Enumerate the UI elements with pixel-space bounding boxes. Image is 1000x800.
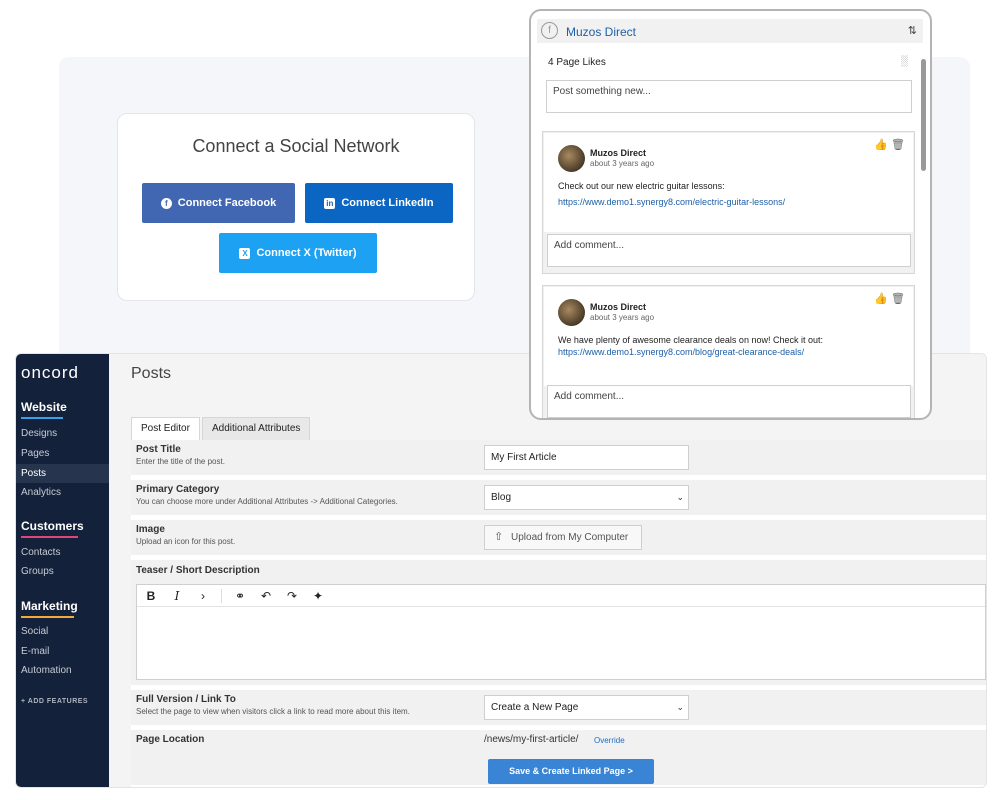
sidebar-section-website[interactable]: Website [21, 400, 67, 419]
chevron-down-icon: ⌄ [676, 702, 684, 712]
toolbar-divider [221, 588, 222, 603]
connect-x-label: Connect X (Twitter) [256, 247, 357, 259]
sidebar-item-posts[interactable]: Posts [16, 464, 109, 483]
thumbs-up-icon[interactable]: 👍 [874, 139, 888, 151]
page-title: Posts [131, 365, 172, 382]
category-label: Primary Category [136, 484, 220, 495]
post-time: about 3 years ago [590, 313, 655, 322]
redo-icon[interactable]: ↷ [284, 589, 300, 603]
sidebar-section-customers[interactable]: Customers [21, 519, 84, 538]
connect-x-button[interactable]: X Connect X (Twitter) [219, 233, 377, 273]
category-row: Primary Category You can choose more und… [131, 480, 986, 515]
comment-input[interactable]: Add comment... [547, 234, 911, 267]
add-features-link[interactable]: + ADD FEATURES [21, 698, 88, 705]
scrollbar[interactable] [921, 59, 926, 171]
sidebar-item-analytics[interactable]: Analytics [16, 483, 109, 502]
bold-icon[interactable]: B [143, 589, 159, 603]
page-likes: 4 Page Likes [548, 57, 606, 68]
post-actions: 👍 🗑 [874, 292, 905, 305]
connect-facebook-button[interactable]: f Connect Facebook [142, 183, 295, 223]
ai-sparkle-icon[interactable]: ✦ [310, 589, 326, 603]
tab-additional-attributes[interactable]: Additional Attributes [202, 417, 311, 441]
post-title-input[interactable]: My First Article [484, 445, 689, 470]
category-select[interactable]: Blog ⌄ [484, 485, 689, 510]
full-version-hint: Select the page to view when visitors cl… [136, 707, 410, 716]
sidebar-item-automation[interactable]: Automation [16, 661, 109, 680]
social-feed-widget: f Muzos Direct ⇅ 4 Page Likes ░ Post som… [529, 9, 932, 420]
avatar [558, 299, 585, 326]
post-title-label: Post Title [136, 444, 181, 455]
sidebar-section-marketing[interactable]: Marketing [21, 599, 78, 618]
post-author: Muzos Direct [590, 302, 647, 312]
category-hint: You can choose more under Additional Att… [136, 497, 398, 506]
page-location-value: /news/my-first-article/ [484, 734, 579, 745]
upload-icon: ⇧ [494, 531, 504, 543]
italic-icon[interactable]: I [169, 589, 185, 603]
post-editor-form: Post Title Enter the title of the post. … [131, 440, 986, 787]
link-icon[interactable]: ⚭ [232, 589, 248, 603]
upload-label: Upload from My Computer [511, 532, 629, 543]
feed-header: f Muzos Direct ⇅ [537, 19, 923, 43]
tab-post-editor[interactable]: Post Editor [131, 417, 200, 441]
full-version-select[interactable]: Create a New Page ⌄ [484, 695, 689, 720]
sidebar: oncord Website Designs Pages Posts Analy… [16, 354, 109, 787]
linkedin-icon: in [324, 197, 336, 209]
oncord-logo[interactable]: oncord [21, 363, 79, 383]
sidebar-item-contacts[interactable]: Contacts [16, 543, 109, 562]
image-row: Image Upload an icon for this post. ⇧ Up… [131, 520, 986, 555]
connect-linkedin-label: Connect LinkedIn [341, 197, 434, 209]
connect-title: Connect a Social Network [192, 136, 400, 156]
new-post-input[interactable]: Post something new... [546, 80, 912, 113]
teaser-label: Teaser / Short Description [136, 565, 260, 576]
feed-post-body: Muzos Direct about 3 years ago 👍 🗑 We ha… [544, 287, 913, 386]
chevron-right-icon[interactable]: › [195, 589, 211, 603]
full-version-label: Full Version / Link To [136, 694, 236, 705]
facebook-icon: f [541, 22, 558, 39]
sidebar-item-pages[interactable]: Pages [16, 444, 109, 463]
bar-chart-icon[interactable]: ░ [901, 56, 908, 67]
post-text: Check out our new electric guitar lesson… [558, 181, 725, 191]
feed-post: Muzos Direct about 3 years ago 👍 🗑 Check… [542, 131, 915, 274]
rte-toolbar: B I › ⚭ ↶ ↷ ✦ [137, 585, 985, 607]
avatar [558, 145, 585, 172]
sidebar-item-email[interactable]: E-mail [16, 642, 109, 661]
override-link[interactable]: Override [594, 736, 625, 745]
upload-button[interactable]: ⇧ Upload from My Computer [484, 525, 642, 550]
trash-icon[interactable]: 🗑 [891, 139, 905, 151]
feed-page-name[interactable]: Muzos Direct [566, 25, 636, 39]
sidebar-item-social[interactable]: Social [16, 622, 109, 641]
image-label: Image [136, 524, 165, 535]
post-title-hint: Enter the title of the post. [136, 457, 225, 466]
facebook-icon: f [160, 197, 172, 209]
post-time: about 3 years ago [590, 159, 655, 168]
connect-linkedin-button[interactable]: in Connect LinkedIn [305, 183, 453, 223]
trash-icon[interactable]: 🗑 [891, 293, 905, 305]
x-icon: X [239, 247, 251, 259]
teaser-rich-text-editor[interactable]: B I › ⚭ ↶ ↷ ✦ [136, 584, 986, 680]
connect-facebook-label: Connect Facebook [177, 197, 277, 209]
sidebar-item-groups[interactable]: Groups [16, 562, 109, 581]
sort-arrows-icon[interactable]: ⇅ [908, 24, 917, 37]
feed-post: Muzos Direct about 3 years ago 👍 🗑 We ha… [542, 285, 915, 418]
full-version-row: Full Version / Link To Select the page t… [131, 690, 986, 725]
sidebar-item-designs[interactable]: Designs [16, 424, 109, 443]
post-actions: 👍 🗑 [874, 138, 905, 151]
thumbs-up-icon[interactable]: 👍 [874, 293, 888, 305]
full-version-select-value: Create a New Page [491, 702, 579, 713]
save-create-linked-page-button[interactable]: Save & Create Linked Page > [488, 759, 654, 784]
category-select-value: Blog [491, 492, 512, 503]
feed-post-body: Muzos Direct about 3 years ago 👍 🗑 Check… [544, 133, 913, 232]
image-hint: Upload an icon for this post. [136, 537, 236, 546]
post-title-row: Post Title Enter the title of the post. … [131, 440, 986, 475]
undo-icon[interactable]: ↶ [258, 589, 274, 603]
page-location-label: Page Location [136, 734, 205, 745]
connect-social-card: Connect a Social Network f Connect Faceb… [117, 113, 475, 301]
post-link[interactable]: https://www.demo1.synergy8.com/blog/grea… [558, 347, 804, 357]
post-link[interactable]: https://www.demo1.synergy8.com/electric-… [558, 197, 785, 207]
post-text: We have plenty of awesome clearance deal… [558, 335, 823, 345]
chevron-down-icon: ⌄ [676, 492, 684, 502]
comment-input[interactable]: Add comment... [547, 385, 911, 418]
post-author: Muzos Direct [590, 148, 647, 158]
